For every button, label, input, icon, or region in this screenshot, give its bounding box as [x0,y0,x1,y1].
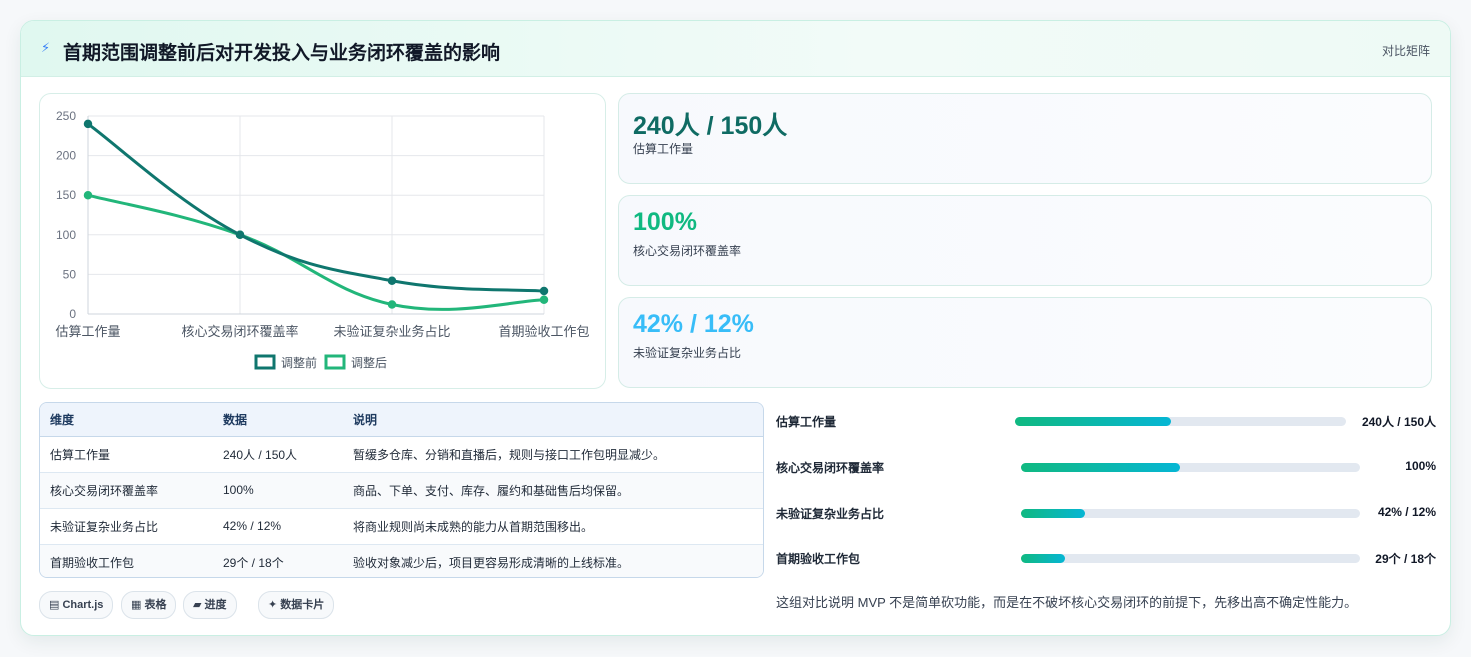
column-header: 数据 [213,403,343,437]
kpi-label: 核心交易闭环覆盖率 [633,244,742,258]
progress-label: 估算工作量 [776,415,837,429]
y-tick-label: 150 [56,188,76,202]
table-cell: 估算工作量 [40,436,213,473]
data-point [387,276,397,285]
line-chart-panel: 0 50 100 150 200 250 估算工作量 核心交易闭环覆盖率 未验证复杂业务占比 首期… [39,93,606,389]
legend-label: 调整前 [281,355,317,370]
summary-note: 这组对比说明 MVP 不是简单砍功能，而是在不破坏核心交易闭环的前提下，先移出高… [776,595,1358,610]
comparison-card: ⚡ 首期范围调整前后对开发投入与业务闭环覆盖的影响 对比矩阵 0 50 100 150… [20,20,1451,636]
table-cell: 商品、下单、支付、库存、履约和基础售后均保留。 [343,472,763,509]
legend-swatch [254,354,276,370]
table-cell: 100% [213,472,343,509]
chip-progress[interactable]: ▰ 进度 [183,591,237,619]
x-tick-label: 核心交易闭环覆盖率 [181,324,298,339]
series-line [87,122,545,293]
data-point [83,190,93,200]
table-cell: 将商业规则尚未成熟的能力从首期范围移出。 [343,508,763,545]
kpi-label: 估算工作量 [633,142,694,156]
chip-chartjs[interactable]: ▤ Chart.js [39,591,114,619]
table-cell: 42% / 12% [213,508,343,545]
progress-label: 首期验收工作包 [776,552,861,566]
progress-label: 未验证复杂业务占比 [776,507,885,521]
card-header: ⚡ 首期范围调整前后对开发投入与业务闭环覆盖的影响 对比矩阵 [21,21,1450,77]
progress-row: 未验证复杂业务占比 42% / 12% [776,503,1436,523]
table-header-row: 维度 数据 说明 [40,403,763,437]
y-tick-label: 0 [69,307,76,321]
kpi-card-coverage: 100% 核心交易闭环覆盖率 [618,195,1432,286]
table-cell: 首期验收工作包 [50,555,135,570]
kpi-card-workload: 240人 / 150人 估算工作量 [618,93,1432,184]
data-point [387,300,397,309]
progress-value: 42% / 12% [1377,505,1436,519]
table-row: 首期验收工作包 29个 / 18个 验收对象减少后，项目更容易形成清晰的上线标准… [40,544,763,577]
table-row: 未验证复杂业务占比 42% / 12% 将商业规则尚未成熟的能力从首期范围移出。 [40,508,763,545]
card-title: 首期范围调整前后对开发投入与业务闭环覆盖的影响 [63,43,501,64]
line-chart: 0 50 100 150 200 250 估算工作量 核心交易闭环覆盖率 未验证复杂业务占比 首期… [55,109,589,370]
data-point [235,230,245,240]
x-tick-label: 首期验收工作包 [498,324,589,339]
column-header: 维度 [40,403,213,437]
table-cell: 未验证复杂业务占比 [40,508,213,545]
series-line [87,193,545,311]
table-cell: 240人 / 150人 [213,436,343,473]
table-cell: 验收对象减少后，项目更容易形成清晰的上线标准。 [353,555,630,570]
progress-track [1021,509,1360,518]
kpi-value: 240人 / 150人 [633,112,788,140]
data-table: 维度 数据 说明 估算工作量 240人 / 150人 暂缓多仓库、分销和直播后，… [39,402,764,578]
progress-value: 29个 / 18个 [1375,552,1436,566]
y-tick-label: 200 [56,149,76,163]
table-row: 核心交易闭环覆盖率 100% 商品、下单、支付、库存、履约和基础售后均保留。 [40,472,763,509]
kpi-value: 100% [633,208,697,236]
chip-table[interactable]: ▦ 表格 [121,591,177,619]
kpi-value: 42% / 12% [633,310,754,338]
progress-value: 100% [1405,459,1436,473]
progress-fill [1021,554,1066,563]
progress-track [1021,463,1360,472]
y-tick-label: 250 [56,109,76,123]
chip-data-card[interactable]: ✦ 数据卡片 [258,591,335,619]
kpi-card-unverified: 42% / 12% 未验证复杂业务占比 [618,297,1432,388]
matrix-tag: 对比矩阵 [1381,44,1430,58]
progress-row: 估算工作量 240人 / 150人 [776,411,1436,431]
legend-swatch [324,354,346,370]
table-row: 估算工作量 240人 / 150人 暂缓多仓库、分销和直播后，规则与接口工作包明… [40,436,763,473]
progress-track [1015,417,1346,426]
column-header: 说明 [343,403,763,437]
table-cell: 暂缓多仓库、分销和直播后，规则与接口工作包明显减少。 [343,436,763,473]
progress-label: 核心交易闭环覆盖率 [776,461,885,475]
progress-value: 240人 / 150人 [1361,415,1436,429]
progress-fill [1021,509,1086,518]
x-tick-label: 估算工作量 [55,324,120,339]
legend-label: 调整后 [351,355,387,370]
progress-track [1021,554,1360,563]
y-tick-label: 100 [56,228,76,242]
y-tick-label: 50 [63,267,77,281]
progress-fill [1015,417,1171,426]
data-point [539,295,549,304]
x-tick-label: 未验证复杂业务占比 [333,324,450,339]
bolt-icon: ⚡ [41,40,51,55]
progress-row: 首期验收工作包 29个 / 18个 [776,548,1436,568]
progress-row: 核心交易闭环覆盖率 100% [776,457,1436,477]
kpi-label: 未验证复杂业务占比 [633,346,742,360]
data-point [83,119,93,129]
table-cell: 核心交易闭环覆盖率 [40,472,213,509]
table-cell: 29个 / 18个 [223,555,284,570]
data-point [539,286,549,296]
progress-fill [1021,463,1181,472]
